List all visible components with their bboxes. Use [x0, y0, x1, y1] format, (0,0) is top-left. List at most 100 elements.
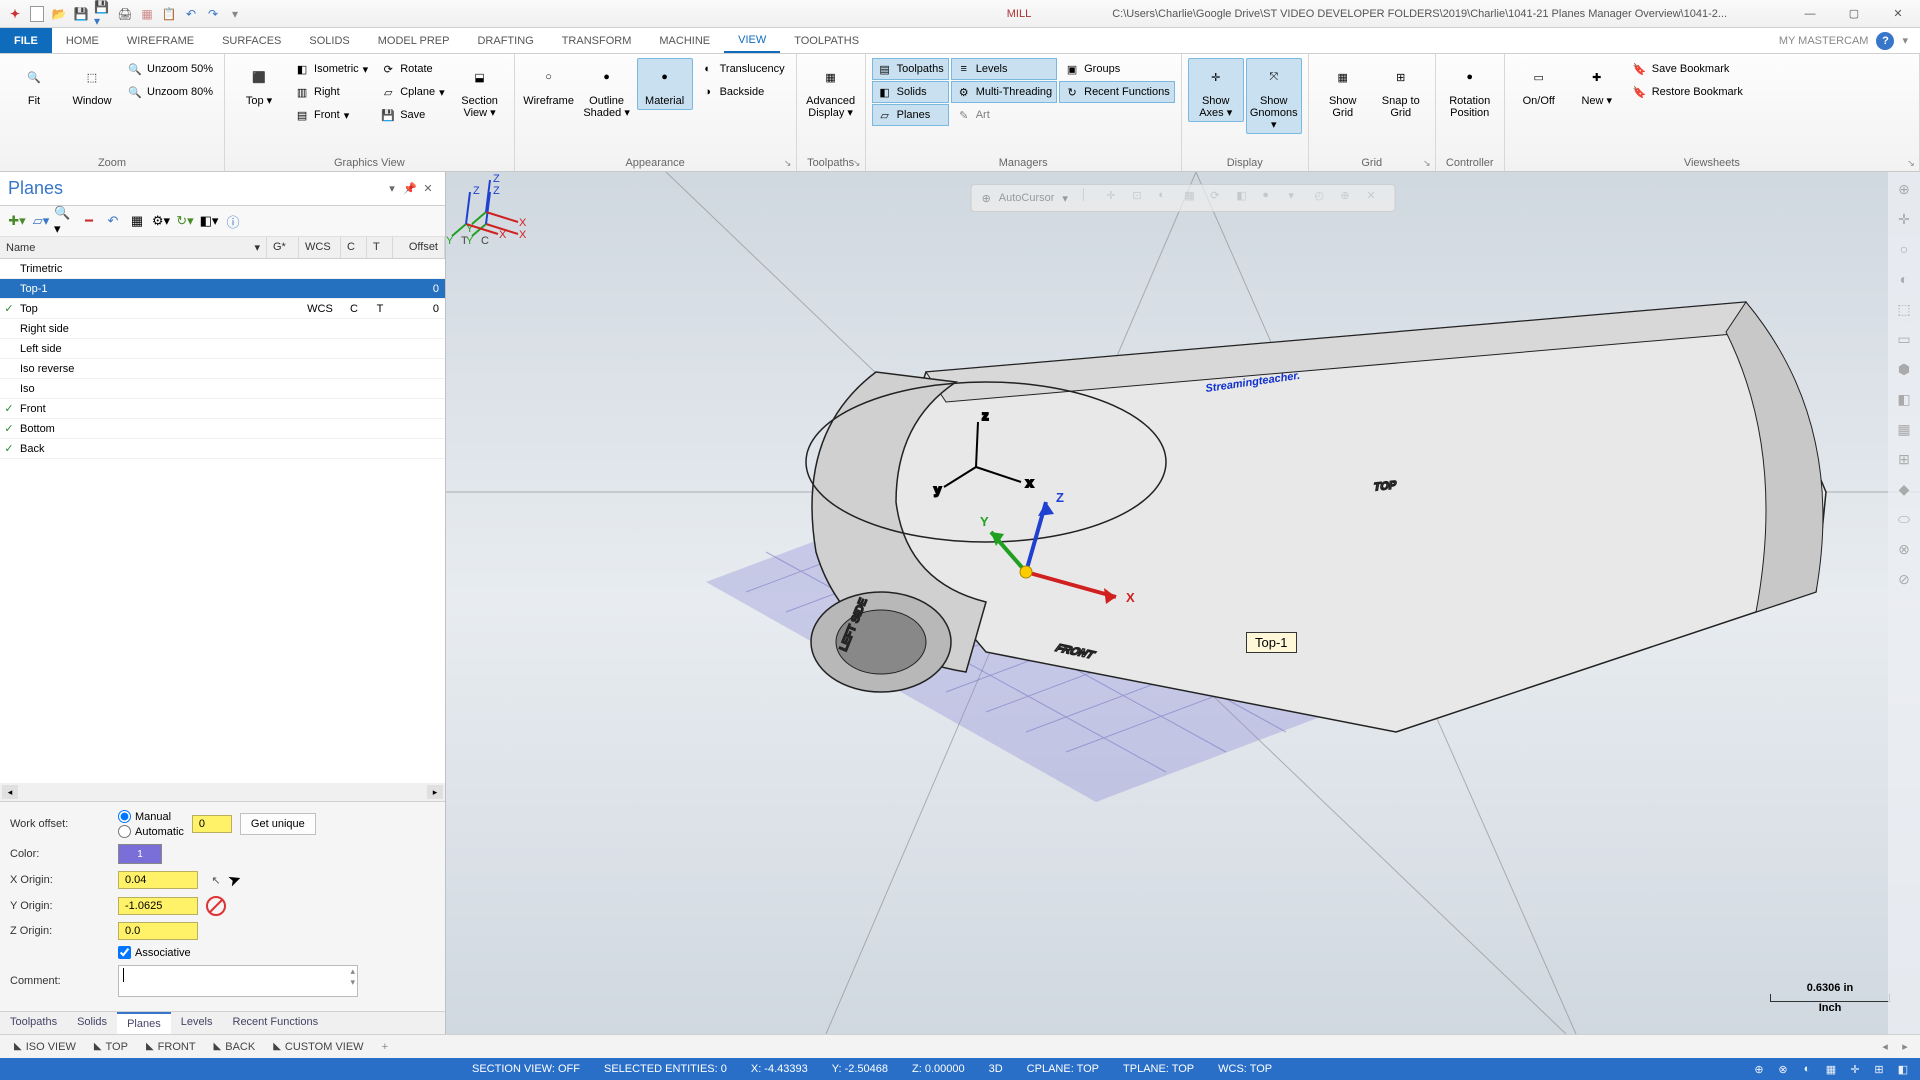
show-axes-button[interactable]: ✛Show Axes ▾ [1188, 58, 1244, 122]
window-button[interactable]: ⬚Window [64, 58, 120, 110]
workoffset-input[interactable] [192, 815, 232, 833]
xorigin-input[interactable] [118, 871, 198, 889]
tab-view[interactable]: VIEW [724, 28, 780, 53]
qat-more-icon[interactable]: ▾ [226, 5, 244, 23]
comment-input[interactable]: ▴▾ [118, 965, 358, 997]
unzoom80-button[interactable]: 🔍Unzoom 80% [122, 81, 218, 103]
col-g[interactable]: G* [267, 237, 299, 258]
table-row[interactable]: ✓Back [0, 439, 445, 459]
scroll-right-icon[interactable]: ▸ [427, 785, 443, 799]
rail-btn-11[interactable]: ◆ [1891, 476, 1917, 502]
table-row[interactable]: Iso reverse [0, 359, 445, 379]
rail-btn-14[interactable]: ⊘ [1891, 566, 1917, 592]
manual-radio[interactable]: Manual [118, 810, 184, 823]
vtab-add-icon[interactable]: + [374, 1039, 396, 1055]
appearance-launcher-icon[interactable]: ↘ [782, 157, 794, 169]
save-view-button[interactable]: 💾Save [375, 104, 449, 126]
vtab-front[interactable]: ◣FRONT [138, 1039, 204, 1055]
save-dropdown-icon[interactable]: 💾▾ [94, 5, 112, 23]
vtab-back[interactable]: ◣BACK [206, 1039, 264, 1055]
delete-plane-icon[interactable]: ━ [78, 210, 100, 232]
refresh-plane-icon[interactable]: ↻▾ [174, 210, 196, 232]
autocursor-toolbar[interactable]: ⊕ AutoCursor ▾ │✛⊡◐ ▦⟳◧● ▾◴⊕✕ [971, 184, 1396, 212]
show-gnomons-button[interactable]: ⤧Show Gnomons ▾ [1246, 58, 1302, 134]
rail-btn-6[interactable]: ▭ [1891, 326, 1917, 352]
save-bookmark-button[interactable]: 🔖Save Bookmark [1627, 58, 1748, 80]
gear-icon[interactable]: ⚙▾ [150, 210, 172, 232]
panel-help-icon[interactable]: ⓘ [222, 210, 244, 232]
table-row[interactable]: ✓TopWCSCT0 [0, 299, 445, 319]
status-icon-7[interactable]: ◧ [1894, 1060, 1912, 1078]
status-icon-5[interactable]: ✛ [1846, 1060, 1864, 1078]
yorigin-input[interactable] [118, 897, 198, 915]
tab-toolpaths[interactable]: TOOLPATHS [780, 28, 873, 53]
viewsheet-onoff-button[interactable]: ▭On/Off [1511, 58, 1567, 110]
status-icon-2[interactable]: ⊗ [1774, 1060, 1792, 1078]
table-row[interactable]: Left side [0, 339, 445, 359]
vtab-iso[interactable]: ◣ISO VIEW [6, 1039, 84, 1055]
panel-close-icon[interactable]: ✕ [419, 180, 437, 198]
pick-origin-icon[interactable]: ↖ [206, 870, 226, 890]
fit-button[interactable]: 🔍Fit [6, 58, 62, 110]
ptab-toolpaths[interactable]: Toolpaths [0, 1012, 67, 1034]
advanced-display-button[interactable]: ▦Advanced Display ▾ [803, 58, 859, 122]
table-row[interactable]: ✓Front [0, 399, 445, 419]
vtab-custom[interactable]: ◣CUSTOM VIEW [265, 1039, 371, 1055]
rail-btn-10[interactable]: ⊞ [1891, 446, 1917, 472]
vtab-top[interactable]: ◣TOP [86, 1039, 136, 1055]
show-grid-button[interactable]: ▦Show Grid [1315, 58, 1371, 122]
redo-icon[interactable]: ↷ [204, 5, 222, 23]
tab-home[interactable]: HOME [52, 28, 113, 53]
col-c[interactable]: C [341, 237, 367, 258]
tab-modelprep[interactable]: MODEL PREP [364, 28, 464, 53]
undo-icon[interactable]: ↶ [182, 5, 200, 23]
rail-btn-3[interactable]: ○ [1891, 236, 1917, 262]
viewsheets-launcher-icon[interactable]: ↘ [1905, 157, 1917, 169]
search-plane-icon[interactable]: 🔍▾ [54, 210, 76, 232]
table-row[interactable]: Iso [0, 379, 445, 399]
print-icon[interactable]: 🖨 [116, 5, 134, 23]
art-manager-button[interactable]: ✎Art [951, 104, 1057, 126]
isometric-button[interactable]: ◧Isometric ▾ [289, 58, 373, 80]
groups-manager-button[interactable]: ▣Groups [1059, 58, 1175, 80]
col-wcs[interactable]: WCS [299, 237, 341, 258]
multithreading-button[interactable]: ⚙Multi-Threading [951, 81, 1057, 103]
rail-btn-7[interactable]: ⬢ [1891, 356, 1917, 382]
panel-menu-icon[interactable]: ▾ [383, 180, 401, 198]
rail-btn-2[interactable]: ✛ [1891, 206, 1917, 232]
viewport-3d[interactable]: Streamingteacher. TOP FRONT LEFT SIDE x … [446, 172, 1920, 1034]
scroll-left-icon[interactable]: ◂ [2, 785, 18, 799]
help-icon[interactable]: ? [1876, 32, 1894, 50]
options-plane-icon[interactable]: ▦ [126, 210, 148, 232]
toolpaths-launcher-icon[interactable]: ↘ [851, 157, 863, 169]
add-plane-icon[interactable]: ✚▾ [6, 210, 28, 232]
status-wcs[interactable]: WCS: TOP [1218, 1063, 1272, 1075]
automatic-radio[interactable]: Automatic [118, 825, 184, 838]
associative-checkbox[interactable]: Associative [118, 946, 191, 959]
status-icon-3[interactable]: ◐ [1798, 1060, 1816, 1078]
rail-btn-9[interactable]: ▦ [1891, 416, 1917, 442]
zorigin-input[interactable] [118, 922, 198, 940]
save-icon[interactable]: 💾 [72, 5, 90, 23]
tab-transform[interactable]: TRANSFORM [548, 28, 646, 53]
table-hscroll[interactable]: ◂ ▸ [0, 783, 445, 801]
undo-plane-icon[interactable]: ↶ [102, 210, 124, 232]
col-t[interactable]: T [367, 237, 393, 258]
toolpaths-manager-button[interactable]: ▤Toolpaths [872, 58, 949, 80]
status-cplane[interactable]: CPLANE: TOP [1027, 1063, 1099, 1075]
wireframe-button[interactable]: ○Wireframe [521, 58, 577, 110]
table-row[interactable]: ✓Bottom [0, 419, 445, 439]
tab-file[interactable]: FILE [0, 28, 52, 53]
new-icon[interactable] [28, 5, 46, 23]
top-view-button[interactable]: ⬛Top ▾ [231, 58, 287, 110]
get-unique-button[interactable]: Get unique [240, 813, 316, 835]
tab-drafting[interactable]: DRAFTING [463, 28, 547, 53]
box-plane-icon[interactable]: ◧▾ [198, 210, 220, 232]
ptab-planes[interactable]: Planes [117, 1012, 171, 1034]
panel-pin-icon[interactable]: 📌 [401, 180, 419, 198]
backside-button[interactable]: ◑Backside [695, 81, 790, 103]
status-icon-1[interactable]: ⊕ [1750, 1060, 1768, 1078]
clear-origin-icon[interactable] [206, 896, 226, 916]
planes-manager-button[interactable]: ▱Planes [872, 104, 949, 126]
outline-shaded-button[interactable]: ●Outline Shaded ▾ [579, 58, 635, 122]
